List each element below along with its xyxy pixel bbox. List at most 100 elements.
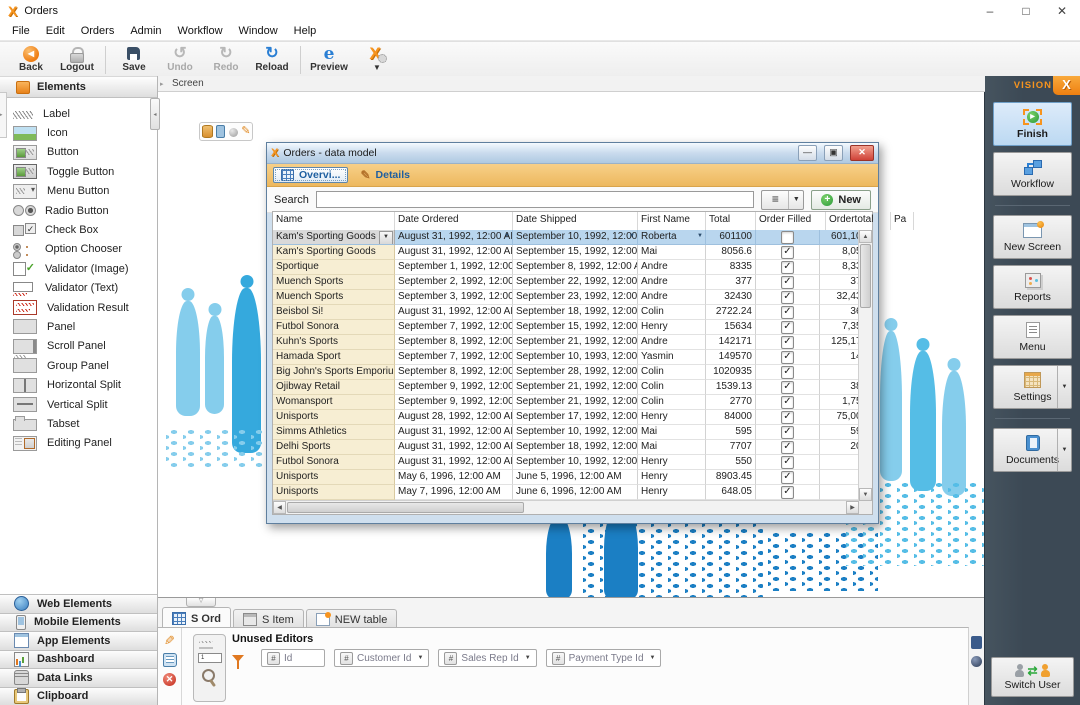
table-row[interactable]: Muench SportsSeptember 2, 1992, 12:00 AM… bbox=[273, 275, 859, 290]
column-header-date-ordered[interactable]: Date Ordered bbox=[395, 212, 513, 230]
palette-item-option-chooser[interactable]: Option Chooser bbox=[0, 240, 157, 259]
order-filled-checkbox[interactable]: ✓ bbox=[781, 291, 794, 304]
close-button[interactable]: ✕ bbox=[1044, 0, 1080, 22]
table-row[interactable]: Kam's Sporting Goods▼August 31, 1992, 12… bbox=[273, 230, 859, 245]
pencil-icon[interactable]: ✎ bbox=[241, 126, 250, 137]
bottom-tab-s-item[interactable]: S Item bbox=[233, 609, 304, 629]
order-filled-checkbox[interactable]: ✓ bbox=[781, 321, 794, 334]
palette-item-tabset[interactable]: Tabset bbox=[0, 414, 157, 433]
table-row[interactable]: Hamada SportSeptember 7, 1992, 12:00 AMS… bbox=[273, 350, 859, 365]
scroll-down-button[interactable]: ▼ bbox=[859, 488, 872, 501]
inner-maximize-button[interactable]: ▣ bbox=[824, 145, 843, 161]
save-button[interactable]: Save bbox=[111, 45, 157, 74]
palette-item-scroll-panel[interactable]: Scroll Panel bbox=[0, 337, 157, 356]
editor-chip-payment-type-id[interactable]: #Payment Type Id▼ bbox=[546, 649, 662, 667]
editor-chip-id[interactable]: #Id bbox=[261, 649, 325, 667]
column-header-order-filled[interactable]: Order Filled bbox=[756, 212, 826, 230]
funnel-icon[interactable] bbox=[232, 655, 244, 662]
chevron-down-icon[interactable]: ▼ bbox=[525, 655, 531, 661]
order-filled-checkbox[interactable]: ✓ bbox=[781, 261, 794, 274]
column-header-ordertotal[interactable]: Ordertotal bbox=[826, 212, 891, 230]
chevron-down-icon[interactable]: ▼ bbox=[1057, 366, 1071, 408]
order-filled-checkbox[interactable]: ✓ bbox=[781, 411, 794, 424]
chevron-down-icon[interactable]: ▼ bbox=[1057, 429, 1071, 471]
table-row[interactable]: Kam's Sporting GoodsAugust 31, 1992, 12:… bbox=[273, 245, 859, 260]
table-row[interactable]: Futbol SonoraAugust 31, 1992, 12:00 AMSe… bbox=[273, 455, 859, 470]
combo-dropdown-icon[interactable]: ▼ bbox=[379, 231, 393, 245]
palette-item-label[interactable]: Label bbox=[0, 104, 157, 123]
sidebar-section-dashboard[interactable]: Dashboard bbox=[0, 650, 157, 669]
palette-item-horizontal-split[interactable]: Horizontal Split bbox=[0, 375, 157, 394]
workflow-button[interactable]: Workflow bbox=[993, 152, 1072, 196]
horizontal-scrollbar[interactable]: ◀ ▶ bbox=[273, 500, 859, 514]
order-filled-checkbox[interactable]: ✓ bbox=[781, 456, 794, 469]
tab-details[interactable]: ✎Details bbox=[360, 169, 410, 181]
table-row[interactable]: Ojibway RetailSeptember 9, 1992, 12:00 A… bbox=[273, 380, 859, 395]
scroll-right-button[interactable]: ▶ bbox=[846, 501, 859, 514]
search-input[interactable] bbox=[316, 191, 755, 208]
table-row[interactable]: UnisportsMay 6, 1996, 12:00 AMJune 5, 19… bbox=[273, 470, 859, 485]
data-window-titlebar[interactable]: X Orders - data model — ▣ ✕ bbox=[267, 143, 878, 164]
back-button[interactable]: Back bbox=[8, 45, 54, 74]
palette-item-vertical-split[interactable]: Vertical Split bbox=[0, 395, 157, 414]
mobile-icon[interactable] bbox=[216, 125, 225, 138]
order-filled-checkbox[interactable] bbox=[781, 231, 794, 244]
palette-item-validator-image[interactable]: Validator (Image) bbox=[0, 259, 157, 278]
new-record-button[interactable]: + New bbox=[811, 190, 871, 210]
order-filled-checkbox[interactable]: ✓ bbox=[781, 441, 794, 454]
reload-button[interactable]: ↻Reload bbox=[249, 45, 295, 74]
chevron-down-icon[interactable]: ▼ bbox=[789, 191, 803, 209]
sidebar-section-mobile-elements[interactable]: Mobile Elements bbox=[0, 613, 157, 632]
edit-icon[interactable]: ✎ bbox=[164, 634, 175, 647]
screen-breadcrumb[interactable]: Screen bbox=[158, 76, 985, 92]
order-filled-checkbox[interactable]: ✓ bbox=[781, 426, 794, 439]
order-filled-checkbox[interactable]: ✓ bbox=[781, 351, 794, 364]
minimize-button[interactable]: – bbox=[972, 0, 1008, 22]
menu-item-admin[interactable]: Admin bbox=[122, 22, 169, 40]
inner-close-button[interactable]: ✕ bbox=[850, 145, 874, 161]
table-row[interactable]: Muench SportsSeptember 3, 1992, 12:00 AM… bbox=[273, 290, 859, 305]
table-row[interactable]: UnisportsAugust 28, 1992, 12:00 AMSeptem… bbox=[273, 410, 859, 425]
table-row[interactable]: Delhi SportsAugust 31, 1992, 12:00 AMSep… bbox=[273, 440, 859, 455]
maximize-button[interactable]: □ bbox=[1008, 0, 1044, 22]
palette-item-panel[interactable]: Panel bbox=[0, 317, 157, 336]
table-row[interactable]: Kuhn's SportsSeptember 8, 1992, 12:00 AM… bbox=[273, 335, 859, 350]
menu-item-help[interactable]: Help bbox=[286, 22, 325, 40]
preview-button[interactable]: ePreview bbox=[306, 45, 352, 74]
bottom-tab-s-ord[interactable]: S Ord bbox=[162, 607, 231, 629]
book-icon[interactable] bbox=[971, 636, 982, 649]
combo-dropdown-icon[interactable]: ▼ bbox=[697, 233, 703, 239]
redo-button[interactable]: ↻Redo bbox=[203, 45, 249, 74]
order-filled-checkbox[interactable]: ✓ bbox=[781, 366, 794, 379]
notebook-icon[interactable] bbox=[163, 653, 177, 667]
sidebar-section-app-elements[interactable]: App Elements bbox=[0, 631, 157, 650]
menu-item-file[interactable]: File bbox=[4, 22, 38, 40]
menu-item-edit[interactable]: Edit bbox=[38, 22, 73, 40]
combo-dropdown-icon[interactable]: ▼ bbox=[629, 233, 635, 239]
menu-item-workflow[interactable]: Workflow bbox=[170, 22, 231, 40]
palette-item-radio-button[interactable]: Radio Button bbox=[0, 201, 157, 220]
table-row[interactable]: Beisbol Si!August 31, 1992, 12:00 AMSept… bbox=[273, 305, 859, 320]
left-edge-collapse-handle[interactable]: ▸ bbox=[0, 92, 7, 138]
table-row[interactable]: UnisportsMay 7, 1996, 12:00 AMJune 6, 19… bbox=[273, 485, 859, 500]
menu-item-window[interactable]: Window bbox=[231, 22, 286, 40]
table-menu-button[interactable]: ≡ ▼ bbox=[761, 190, 804, 210]
order-filled-checkbox[interactable]: ✓ bbox=[781, 306, 794, 319]
sidebar-section-clipboard[interactable]: Clipboard bbox=[0, 687, 157, 705]
palette-item-group-panel[interactable]: Group Panel bbox=[0, 356, 157, 375]
column-header-first-name[interactable]: First Name bbox=[638, 212, 706, 230]
globe-icon[interactable] bbox=[229, 128, 238, 137]
palette-item-validation-result[interactable]: Validation Result bbox=[0, 298, 157, 317]
vertical-scroll-thumb[interactable] bbox=[860, 244, 871, 308]
database-icon[interactable] bbox=[202, 125, 213, 138]
palette-item-editing-panel[interactable]: Editing Panel bbox=[0, 434, 157, 453]
menu-item-orders[interactable]: Orders bbox=[73, 22, 123, 40]
bottom-tab-new-table[interactable]: NEW table bbox=[306, 609, 398, 629]
sidebar-section-web-elements[interactable]: Web Elements bbox=[0, 594, 157, 613]
vision-x-logo-icon[interactable]: X bbox=[1053, 76, 1080, 95]
chevron-down-icon[interactable]: ▼ bbox=[650, 655, 656, 661]
scroll-left-button[interactable]: ◀ bbox=[273, 501, 286, 514]
sphere-icon[interactable] bbox=[971, 656, 982, 667]
palette-item-toggle-button[interactable]: Toggle Button bbox=[0, 162, 157, 181]
horizontal-scroll-thumb[interactable] bbox=[287, 502, 524, 513]
